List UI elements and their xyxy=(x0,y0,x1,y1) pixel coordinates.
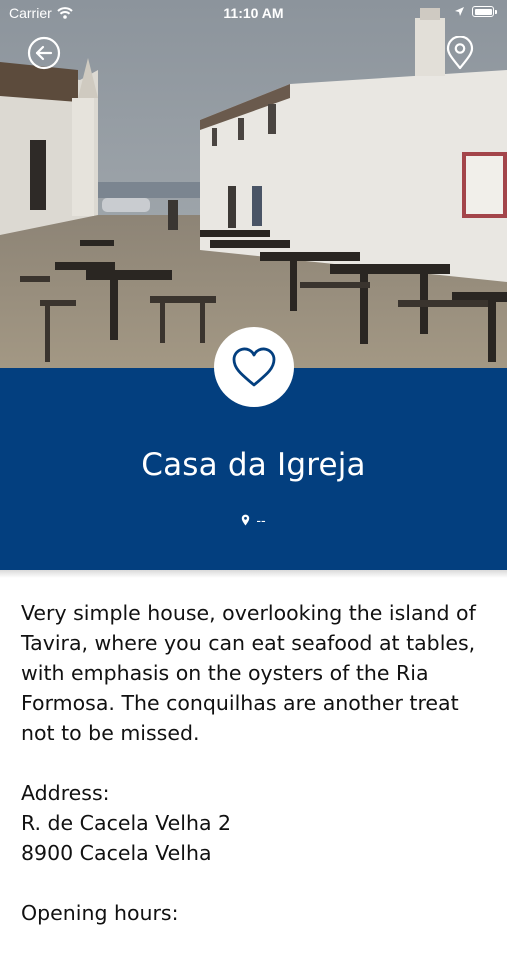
address-label: Address: xyxy=(21,781,110,805)
map-button[interactable] xyxy=(443,35,477,70)
description-text: Very simple house, overlooking the islan… xyxy=(21,601,476,745)
location-arrow-icon xyxy=(455,7,464,16)
location-pin-icon xyxy=(242,514,250,526)
address-line-2: 8900 Cacela Velha xyxy=(21,841,212,865)
restaurant-terrace-photo xyxy=(0,0,507,368)
back-button[interactable] xyxy=(27,36,61,70)
opening-hours-label: Opening hours: xyxy=(21,901,179,925)
heart-outline-icon xyxy=(232,347,276,387)
place-title: Casa da Igreja xyxy=(141,447,366,483)
status-right-group xyxy=(454,6,497,17)
address-block: Address: R. de Cacela Velha 2 8900 Cacel… xyxy=(21,778,487,868)
status-bar: Carrier 11:10 AM xyxy=(0,0,507,28)
arrow-left-circle-icon xyxy=(27,36,61,70)
distance-row: -- xyxy=(0,512,507,528)
address-line-1: R. de Cacela Velha 2 xyxy=(21,811,232,835)
map-pin-icon xyxy=(446,35,474,70)
battery-tip xyxy=(495,9,497,14)
battery-icon xyxy=(472,6,494,17)
details-content: Very simple house, overlooking the islan… xyxy=(21,598,487,958)
hero-photo xyxy=(0,0,507,368)
band-shadow xyxy=(0,570,507,578)
status-time: 11:10 AM xyxy=(223,5,284,21)
favorite-button[interactable] xyxy=(214,327,294,407)
distance-value: -- xyxy=(256,512,266,528)
